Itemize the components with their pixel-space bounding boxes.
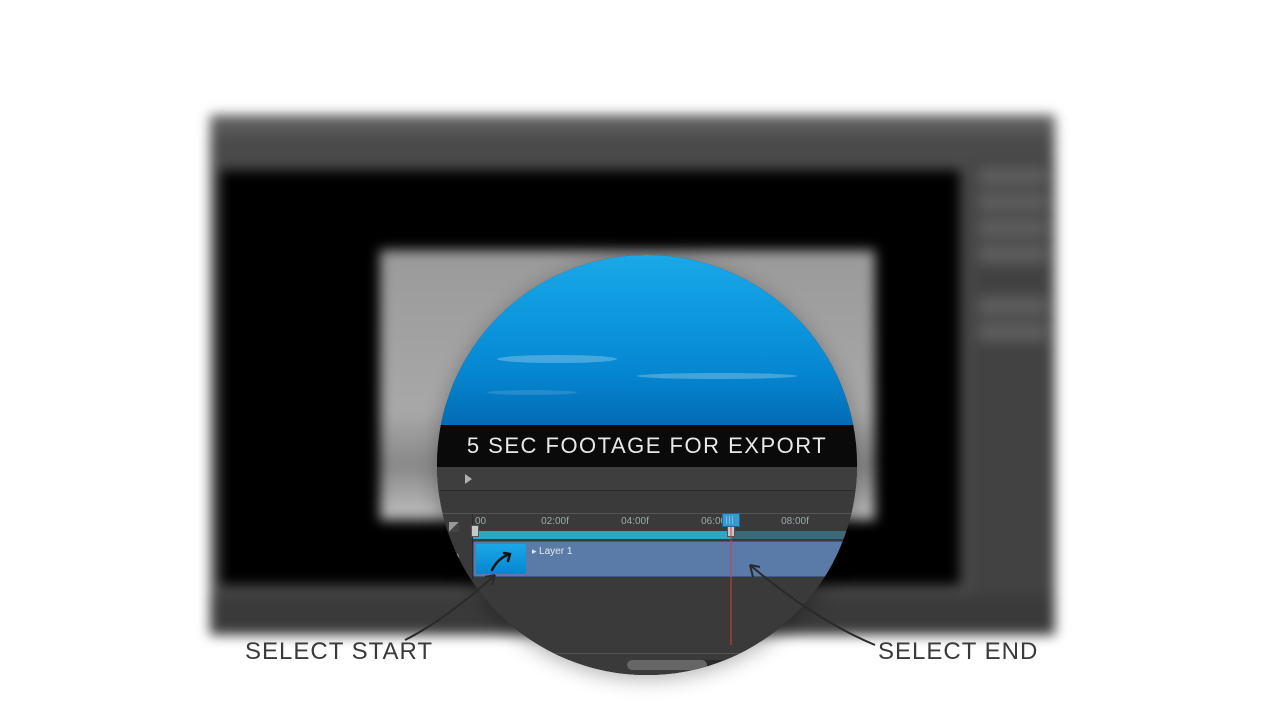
ruler-label: 08:00f (781, 516, 809, 527)
scrollbar-thumb[interactable] (627, 660, 707, 670)
timeline-controls-row (437, 467, 857, 491)
annotation-select-end: SELECT END (878, 638, 1038, 666)
zoom-slider[interactable] (493, 662, 573, 666)
workarea-rest (731, 531, 857, 539)
workarea-selection[interactable] (473, 531, 731, 539)
arrow-to-start-icon (395, 565, 515, 645)
panels-sidebar (970, 160, 1055, 615)
contrast-icon (449, 522, 459, 532)
zoom-in-icon[interactable]: ▵ (583, 660, 590, 675)
menubar (210, 135, 1055, 157)
ruler-label: 02:00f (541, 516, 569, 527)
arrow-to-end-icon (735, 555, 885, 650)
titlebar (210, 115, 1055, 135)
zoom-out-icon[interactable]: ▵ (477, 660, 482, 671)
clip-label: Layer 1 (532, 546, 572, 557)
banner-title: 5 SEC FOOTAGE FOR EXPORT (467, 433, 827, 459)
playhead-marker[interactable] (722, 513, 740, 527)
play-icon[interactable] (465, 474, 472, 484)
visibility-icon[interactable] (451, 553, 459, 561)
zoom-slider-knob[interactable] (503, 659, 513, 669)
ruler-label: 04:00f (621, 516, 649, 527)
timeline-footer: ▵ ▵ (437, 653, 857, 675)
horizontal-scrollbar[interactable] (627, 660, 837, 670)
playhead-line (731, 527, 732, 645)
workarea-start-handle[interactable] (471, 525, 479, 537)
banner: 5 SEC FOOTAGE FOR EXPORT (437, 425, 857, 467)
video-preview-water (437, 255, 857, 425)
ruler-corner (437, 514, 473, 540)
